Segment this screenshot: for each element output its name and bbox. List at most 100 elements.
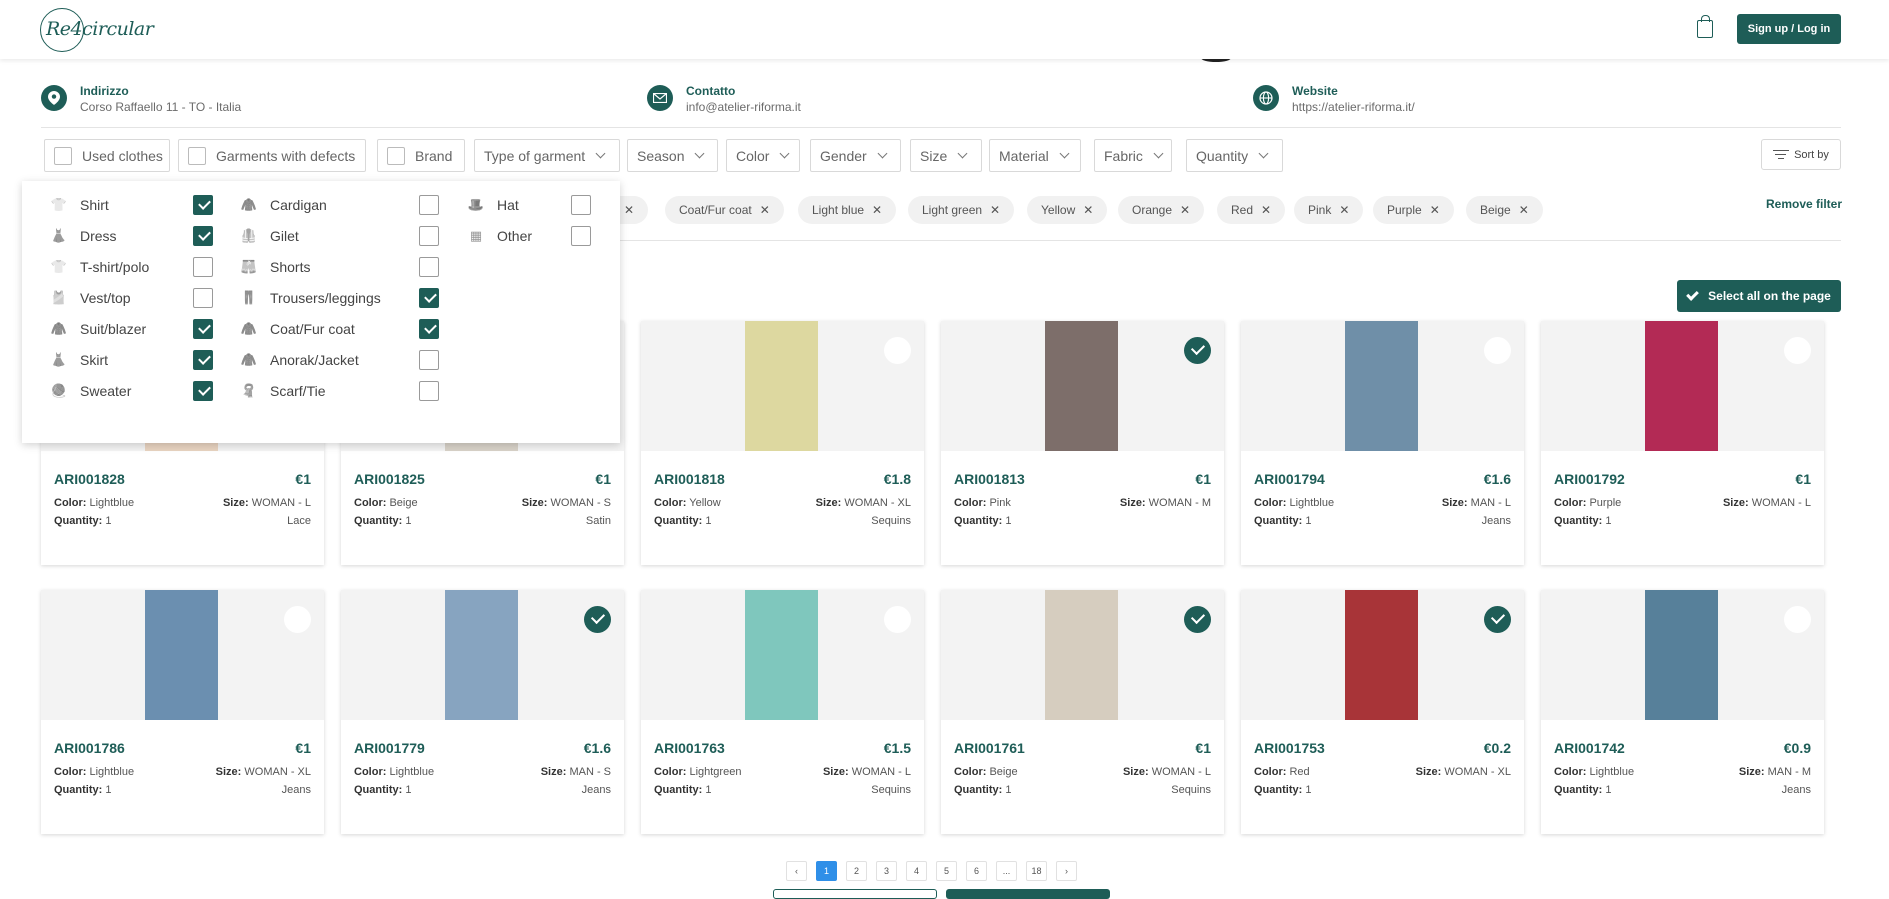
- garment-checkbox[interactable]: [571, 195, 591, 215]
- page-button[interactable]: 2: [846, 861, 867, 881]
- garment-checkbox[interactable]: [193, 195, 213, 215]
- material-dropdown[interactable]: Material: [989, 139, 1081, 172]
- select-toggle[interactable]: [1484, 337, 1511, 364]
- select-toggle[interactable]: [1184, 337, 1211, 364]
- garment-checkbox[interactable]: [193, 381, 213, 401]
- bottom-filled-button[interactable]: [946, 889, 1110, 899]
- used-clothes-filter[interactable]: Used clothes: [44, 139, 170, 172]
- filter-chip[interactable]: Light green ✕: [908, 196, 1015, 224]
- garment-checkbox[interactable]: [419, 319, 439, 339]
- garment-option[interactable]: 👗 Dress: [50, 226, 117, 246]
- garment-option[interactable]: 🎽 Vest/top: [50, 288, 131, 308]
- gender-dropdown[interactable]: Gender: [810, 139, 901, 172]
- product-card[interactable]: ARI001818 €1.8 Color: Yellow Size: WOMAN…: [641, 321, 924, 565]
- select-toggle[interactable]: [284, 606, 311, 633]
- page-button[interactable]: 5: [936, 861, 957, 881]
- used-clothes-checkbox[interactable]: [54, 146, 72, 165]
- select-toggle[interactable]: [1784, 337, 1811, 364]
- close-icon[interactable]: ✕: [872, 203, 882, 217]
- product-card[interactable]: ARI001794 €1.6 Color: Lightblue Size: MA…: [1241, 321, 1524, 565]
- garment-checkbox[interactable]: [571, 226, 591, 246]
- page-button[interactable]: 3: [876, 861, 897, 881]
- fabric-dropdown[interactable]: Fabric: [1094, 139, 1172, 172]
- garment-option[interactable]: 👕 T-shirt/polo: [50, 257, 149, 277]
- garment-checkbox[interactable]: [419, 288, 439, 308]
- product-card[interactable]: ARI001792 €1 Color: Purple Size: WOMAN -…: [1541, 321, 1824, 565]
- select-toggle[interactable]: [1484, 606, 1511, 633]
- select-toggle[interactable]: [584, 606, 611, 633]
- garment-option[interactable]: 🧶 Sweater: [50, 381, 131, 401]
- defects-checkbox[interactable]: [188, 146, 206, 165]
- close-icon[interactable]: ✕: [1430, 203, 1440, 217]
- garment-option[interactable]: 🧥 Coat/Fur coat: [240, 319, 355, 339]
- close-icon[interactable]: ✕: [1519, 203, 1529, 217]
- garment-option[interactable]: 👗 Skirt: [50, 350, 108, 370]
- garment-option[interactable]: 🧣 Scarf/Tie: [240, 381, 326, 401]
- quantity-dropdown[interactable]: Quantity: [1186, 139, 1283, 172]
- season-dropdown[interactable]: Season: [627, 139, 718, 172]
- filter-chip[interactable]: Purple ✕: [1373, 196, 1454, 224]
- page-button[interactable]: 6: [966, 861, 987, 881]
- next-page-button[interactable]: ›: [1056, 861, 1077, 881]
- garment-option[interactable]: 🎩 Hat: [467, 195, 519, 215]
- page-button[interactable]: 4: [906, 861, 927, 881]
- select-toggle[interactable]: [1784, 606, 1811, 633]
- defects-filter[interactable]: Garments with defects: [178, 139, 366, 172]
- brand-checkbox[interactable]: [387, 146, 405, 165]
- filter-chip[interactable]: Coat/Fur coat ✕: [665, 196, 784, 224]
- filter-chip[interactable]: Pink ✕: [1294, 196, 1364, 224]
- garment-checkbox[interactable]: [419, 226, 439, 246]
- garment-option[interactable]: ▦ Other: [467, 226, 532, 246]
- close-icon[interactable]: ✕: [1083, 203, 1093, 217]
- select-toggle[interactable]: [884, 606, 911, 633]
- filter-chip[interactable]: Yellow ✕: [1027, 196, 1108, 224]
- garment-option[interactable]: 🦺 Gilet: [240, 226, 299, 246]
- garment-option[interactable]: 🧥 Suit/blazer: [50, 319, 146, 339]
- close-icon[interactable]: ✕: [1339, 203, 1349, 217]
- product-card[interactable]: ARI001763 €1.5 Color: Lightgreen Size: W…: [641, 590, 924, 834]
- prev-page-button[interactable]: ‹: [786, 861, 807, 881]
- size-dropdown[interactable]: Size: [910, 139, 982, 172]
- logo[interactable]: Re4circular: [40, 8, 154, 52]
- garment-checkbox[interactable]: [193, 319, 213, 339]
- product-card[interactable]: ARI001813 €1 Color: Pink Size: WOMAN - M…: [941, 321, 1224, 565]
- garment-checkbox[interactable]: [419, 381, 439, 401]
- close-icon[interactable]: ✕: [624, 203, 634, 217]
- garment-checkbox[interactable]: [193, 226, 213, 246]
- select-toggle[interactable]: [1184, 606, 1211, 633]
- garment-checkbox[interactable]: [193, 257, 213, 277]
- product-card[interactable]: ARI001786 €1 Color: Lightblue Size: WOMA…: [41, 590, 324, 834]
- color-dropdown[interactable]: Color: [726, 139, 800, 172]
- filter-chip[interactable]: Beige ✕: [1466, 196, 1543, 224]
- garment-option[interactable]: 👖 Trousers/leggings: [240, 288, 381, 308]
- product-card[interactable]: ARI001761 €1 Color: Beige Size: WOMAN - …: [941, 590, 1224, 834]
- page-button[interactable]: 18: [1026, 861, 1047, 881]
- garment-checkbox[interactable]: [193, 350, 213, 370]
- select-all-button[interactable]: Select all on the page: [1677, 280, 1841, 312]
- sort-by-button[interactable]: Sort by: [1761, 139, 1841, 170]
- garment-checkbox[interactable]: [419, 257, 439, 277]
- filter-chip[interactable]: Red ✕: [1217, 196, 1286, 224]
- garment-option[interactable]: 🧥 Cardigan: [240, 195, 327, 215]
- filter-chip[interactable]: Light blue ✕: [798, 196, 897, 224]
- close-icon[interactable]: ✕: [1261, 203, 1271, 217]
- bottom-outline-button[interactable]: [773, 889, 937, 899]
- website-value[interactable]: https://atelier-riforma.it/: [1292, 100, 1415, 114]
- contact-value[interactable]: info@atelier-riforma.it: [686, 100, 801, 114]
- remove-filter-link[interactable]: Remove filter: [1766, 197, 1842, 211]
- close-icon[interactable]: ✕: [1180, 203, 1190, 217]
- garment-checkbox[interactable]: [193, 288, 213, 308]
- garment-option[interactable]: 🧥 Anorak/Jacket: [240, 350, 359, 370]
- product-card[interactable]: ARI001753 €0.2 Color: Red Size: WOMAN - …: [1241, 590, 1524, 834]
- filter-chip[interactable]: Orange ✕: [1118, 196, 1205, 224]
- product-card[interactable]: ARI001742 €0.9 Color: Lightblue Size: MA…: [1541, 590, 1824, 834]
- garment-option[interactable]: 👕 Shirt: [50, 195, 109, 215]
- brand-filter[interactable]: Brand: [377, 139, 465, 172]
- garment-checkbox[interactable]: [419, 350, 439, 370]
- product-card[interactable]: ARI001779 €1.6 Color: Lightblue Size: MA…: [341, 590, 624, 834]
- close-icon[interactable]: ✕: [760, 203, 770, 217]
- garment-checkbox[interactable]: [419, 195, 439, 215]
- select-toggle[interactable]: [884, 337, 911, 364]
- cart-icon[interactable]: [1697, 15, 1713, 38]
- garment-option[interactable]: 🩳 Shorts: [240, 257, 311, 277]
